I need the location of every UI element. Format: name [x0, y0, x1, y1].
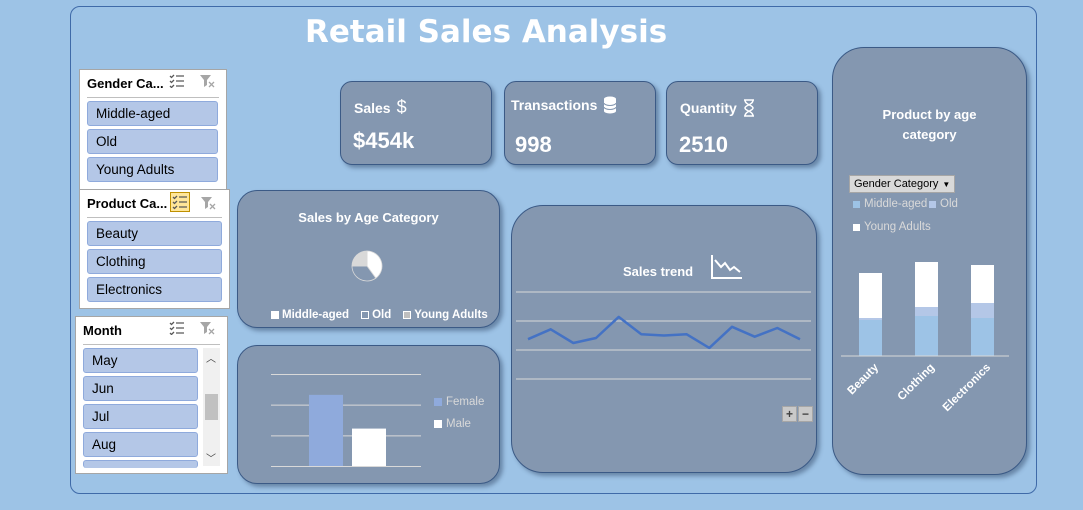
category-label-clothing: Clothing — [896, 362, 937, 403]
sales-trend-chart — [516, 291, 811, 380]
gender-category-filter-button[interactable]: Gender Category ▼ — [849, 175, 956, 193]
slicer-item-partial[interactable] — [83, 460, 198, 468]
pie-legend: Middle-aged Old Young Adults — [271, 309, 488, 321]
month-slicer: Month May Jun Jul Aug ︿ ﹀ — [75, 316, 228, 474]
age-legend-old: Old — [929, 198, 958, 210]
product-category-slicer: Product Ca... Beauty Clothing Electronic… — [79, 189, 230, 309]
scroll-thumb[interactable] — [205, 394, 218, 420]
bar-male — [352, 428, 386, 466]
legend-item-male: Male — [434, 418, 471, 430]
slicer-item-young-adults[interactable]: Young Adults — [87, 157, 218, 182]
legend-label-young-adults: Young Adults — [414, 309, 488, 321]
legend-swatch-young-adults — [403, 311, 412, 319]
slicer-item-old[interactable]: Old — [87, 129, 218, 154]
pie-slice-young-adults — [351, 250, 368, 267]
pie-chart — [351, 250, 383, 282]
bar-electronics-middle-aged — [971, 318, 994, 356]
dropdown-arrow-icon: ▼ — [942, 179, 951, 189]
clear-filter-icon[interactable] — [200, 196, 216, 210]
slicer-item-electronics[interactable]: Electronics — [87, 277, 222, 302]
age-legend-label-young-adults: Young Adults — [864, 221, 931, 233]
bar-beauty-middle-aged — [859, 320, 882, 356]
dollar-icon: $ — [396, 97, 407, 117]
legend-label-old: Old — [372, 309, 392, 321]
sales-kpi-label: Sales — [354, 99, 391, 116]
bar-electronics-old — [971, 303, 994, 318]
scroll-down-icon[interactable]: ﹀ — [206, 450, 216, 465]
legend-label-female: Female — [446, 396, 485, 408]
bar-clothing-middle-aged — [915, 316, 938, 356]
legend-item-female: Female — [434, 396, 484, 408]
product-by-age-title-line1: Product by age — [882, 107, 977, 122]
hourglass-icon — [743, 99, 754, 117]
sales-by-age-card: Sales by Age Category Middle-aged Old Yo… — [237, 190, 500, 328]
age-legend-label-middle-aged: Middle-aged — [864, 198, 928, 210]
clear-filter-icon[interactable] — [199, 321, 215, 335]
month-slicer-scrollbar[interactable]: ︿ ﹀ — [203, 348, 220, 466]
sales-kpi-value: $454k — [353, 128, 415, 153]
gender-chart-card: Female Male — [237, 345, 500, 484]
transactions-kpi-value: 998 — [515, 132, 552, 157]
bar-electronics-young-adults — [971, 265, 994, 303]
transactions-kpi-card: Transactions 998 — [504, 81, 656, 165]
bar-clothing-old — [915, 307, 938, 316]
bar-beauty-old — [859, 318, 882, 320]
gender-slicer-header: Gender Ca... — [87, 76, 164, 91]
multi-select-icon[interactable] — [170, 192, 190, 212]
gender-category-slicer: Gender Ca... Middle-aged Old Young Adult… — [79, 69, 227, 190]
bar-beauty-young-adults — [859, 273, 882, 318]
product-by-age-card: Product by age category Gender Category … — [832, 47, 1027, 475]
slicer-item-middle-aged[interactable]: Middle-aged — [87, 101, 218, 126]
sales-trend-title: Sales trend — [623, 264, 694, 279]
zoom-out-button[interactable]: − — [798, 406, 813, 422]
slicer-item-aug[interactable]: Aug — [83, 432, 198, 457]
product-slicer-header: Product Ca... — [87, 196, 168, 211]
legend-swatch-old — [361, 311, 370, 319]
multi-select-icon[interactable] — [169, 321, 185, 335]
category-label-beauty: Beauty — [846, 361, 882, 397]
sales-trend-line — [527, 315, 801, 350]
product-by-age-title: Product by age category — [833, 105, 1026, 145]
clear-filter-icon[interactable] — [199, 74, 215, 88]
category-label-electronics: Electronics — [941, 362, 993, 414]
quantity-kpi-label: Quantity — [680, 100, 737, 116]
gender-bar-chart — [271, 374, 421, 467]
bar-clothing-young-adults — [915, 262, 938, 307]
trend-chart-icon — [711, 255, 742, 279]
month-slicer-header: Month — [83, 323, 122, 338]
age-legend-label-old: Old — [940, 198, 958, 210]
legend-label-male: Male — [446, 418, 471, 430]
slicer-item-clothing[interactable]: Clothing — [87, 249, 222, 274]
quantity-kpi-value: 2510 — [679, 132, 728, 157]
zoom-in-button[interactable]: + — [782, 406, 797, 422]
legend-swatch-middle-aged — [271, 311, 279, 319]
product-by-age-title-line2: category — [902, 127, 957, 142]
page-title: Retail Sales Analysis — [305, 14, 668, 50]
database-icon — [603, 96, 617, 114]
pie-chart-title: Sales by Age Category — [298, 210, 439, 225]
age-legend-middle-aged: Middle-aged — [853, 198, 927, 210]
multi-select-icon[interactable] — [169, 74, 185, 88]
legend-label-middle-aged: Middle-aged — [282, 309, 350, 321]
age-legend-young-adults: Young Adults — [853, 221, 931, 233]
slicer-item-beauty[interactable]: Beauty — [87, 221, 222, 246]
product-by-age-chart: Beauty Clothing Electronics — [841, 262, 1009, 414]
gender-category-filter-label: Gender Category — [854, 178, 939, 190]
quantity-kpi-card: Quantity 2510 — [666, 81, 818, 165]
slicer-item-jun[interactable]: Jun — [83, 376, 198, 401]
slicer-item-may[interactable]: May — [83, 348, 198, 373]
sales-kpi-card: Sales $ $454k — [340, 81, 492, 165]
sales-trend-card: Sales trend + − — [511, 205, 817, 473]
scroll-up-icon[interactable]: ︿ — [206, 350, 216, 365]
transactions-kpi-label: Transactions — [511, 97, 598, 113]
bar-female — [309, 394, 343, 466]
slicer-item-jul[interactable]: Jul — [83, 404, 198, 429]
